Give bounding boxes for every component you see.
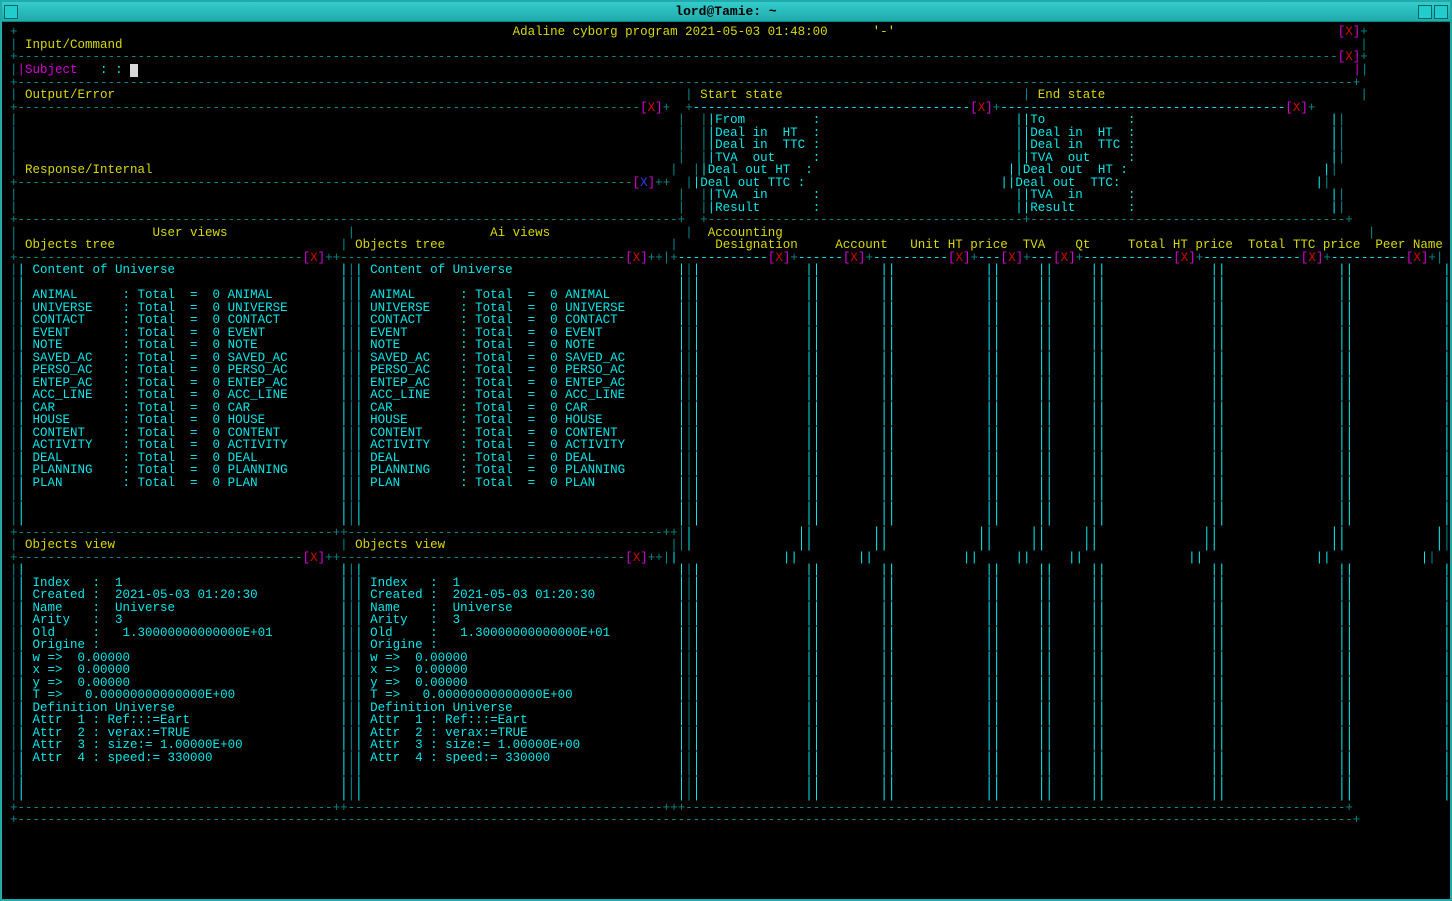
window-title: lord@Tamie: ~ <box>675 4 776 19</box>
titlebar-min-button[interactable] <box>1418 5 1432 19</box>
terminal-content[interactable]: + Adaline cyborg program 2021-05-03 01:4… <box>2 22 1450 899</box>
titlebar-max-button[interactable] <box>1434 5 1448 19</box>
titlebar-menu-button[interactable] <box>4 5 18 19</box>
titlebar: lord@Tamie: ~ <box>2 2 1450 22</box>
window-frame: lord@Tamie: ~ + Adaline cyborg program 2… <box>0 0 1452 901</box>
